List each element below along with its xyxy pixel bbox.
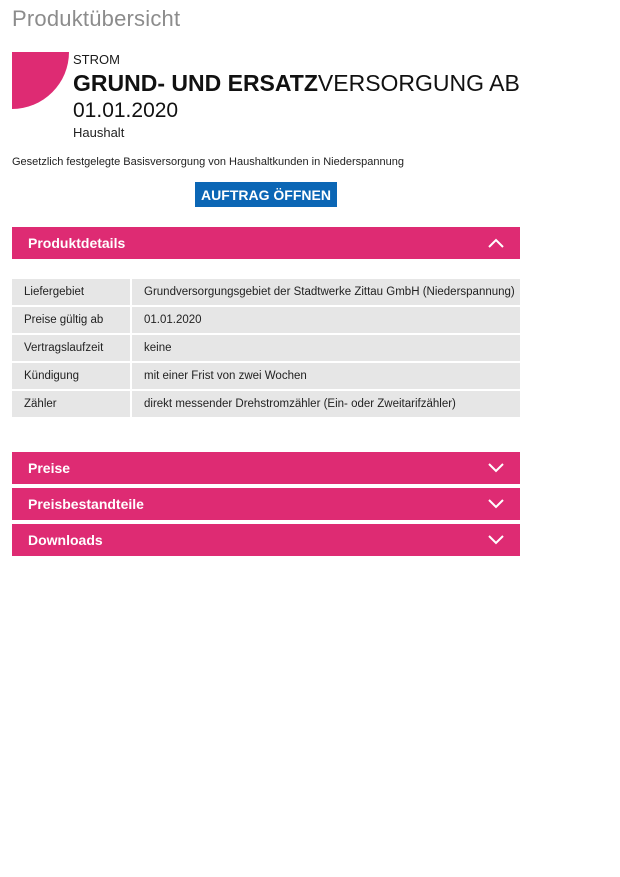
table-row: Zähler direkt messender Drehstromzähler … (12, 391, 520, 417)
product-name: GRUND- UND ERSATZVERSORGUNG AB (73, 69, 520, 97)
product-details-table: Liefergebiet Grundversorgungsgebiet der … (12, 277, 520, 419)
chevron-down-icon (488, 535, 504, 545)
accordion-title-price-components: Preisbestandteile (28, 496, 144, 512)
product-description: Gesetzlich festgelegte Basisversorgung v… (12, 156, 404, 168)
chevron-up-icon (488, 238, 504, 248)
detail-key: Zähler (12, 391, 132, 417)
table-row: Liefergebiet Grundversorgungsgebiet der … (12, 279, 520, 305)
product-header: STROM GRUND- UND ERSATZVERSORGUNG AB 01.… (73, 52, 520, 140)
accordion-price-components[interactable]: Preisbestandteile (12, 488, 520, 520)
table-row: Preise gültig ab 01.01.2020 (12, 307, 520, 333)
detail-value: keine (132, 335, 520, 361)
open-order-button[interactable]: AUFTRAG ÖFFNEN (195, 182, 337, 207)
accordion-product-details[interactable]: Produktdetails (12, 227, 520, 259)
detail-value: Grundversorgungsgebiet der Stadtwerke Zi… (132, 279, 520, 305)
brand-logo-icon (12, 52, 69, 109)
table-row: Vertragslaufzeit keine (12, 335, 520, 361)
accordion-downloads[interactable]: Downloads (12, 524, 520, 556)
chevron-down-icon (488, 463, 504, 473)
accordion-title-product-details: Produktdetails (28, 235, 126, 251)
detail-value: direkt messender Drehstromzähler (Ein- o… (132, 391, 520, 417)
detail-key: Kündigung (12, 363, 132, 389)
accordion-title-downloads: Downloads (28, 532, 103, 548)
product-name-bold: GRUND- UND ERSATZ (73, 70, 318, 96)
detail-key: Vertragslaufzeit (12, 335, 132, 361)
detail-key: Preise gültig ab (12, 307, 132, 333)
product-category: STROM (73, 52, 120, 67)
page-title: Produktübersicht (12, 6, 181, 31)
product-segment: Haushalt (73, 125, 125, 140)
table-row: Kündigung mit einer Frist von zwei Woche… (12, 363, 520, 389)
chevron-down-icon (488, 499, 504, 509)
accordion-prices[interactable]: Preise (12, 452, 520, 484)
detail-key: Liefergebiet (12, 279, 132, 305)
accordion-title-prices: Preise (28, 460, 71, 476)
detail-value: mit einer Frist von zwei Wochen (132, 363, 520, 389)
product-name-regular: VERSORGUNG AB (317, 70, 520, 96)
detail-value: 01.01.2020 (132, 307, 520, 333)
product-date: 01.01.2020 (73, 99, 179, 122)
